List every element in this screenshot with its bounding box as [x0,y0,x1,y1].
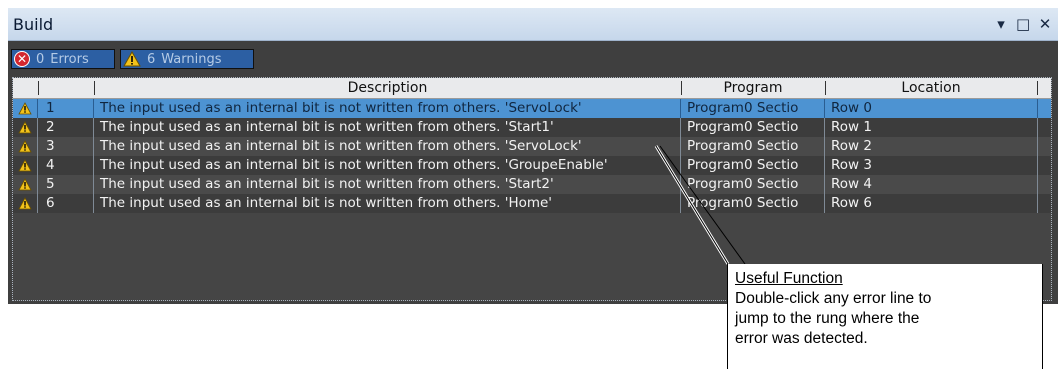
maximize-icon[interactable]: □ [1016,15,1030,33]
header-program[interactable]: Program [681,78,825,98]
table-row[interactable]: 5 The input used as an internal bit is n… [13,175,1051,194]
row-program: Program0 Sectio [687,100,799,116]
useful-function-callout: Useful Function Double-click any error l… [727,264,1043,369]
table-row[interactable]: 4 The input used as an internal bit is n… [13,156,1051,175]
build-panel: Build ▾ □ ✕ ✕ 0 Errors 6 Warnings Descri… [8,8,1058,304]
warning-icon [123,51,141,67]
callout-text-line: jump to the rung where the [735,310,920,327]
warning-icon [13,137,37,156]
row-number: 1 [46,100,55,116]
row-program: Program0 Sectio [687,195,799,211]
warning-icon [13,99,37,118]
row-description: The input used as an internal bit is not… [100,176,554,192]
row-description: The input used as an internal bit is not… [100,195,553,211]
grid-header: Description Program Location [13,78,1051,99]
row-description: The input used as an internal bit is not… [100,138,582,154]
column-divider[interactable] [38,81,39,95]
row-description: The input used as an internal bit is not… [100,157,608,173]
error-icon: ✕ [14,51,30,67]
table-row[interactable]: 3 The input used as an internal bit is n… [13,137,1051,156]
row-description: The input used as an internal bit is not… [100,119,554,135]
close-icon[interactable]: ✕ [1038,15,1052,33]
warnings-label: Warnings [161,51,222,67]
warnings-filter-button[interactable]: 6 Warnings [120,49,254,69]
row-number: 6 [46,195,55,211]
warning-icon [13,194,37,213]
row-program: Program0 Sectio [687,138,799,154]
row-program: Program0 Sectio [687,157,799,173]
errors-filter-button[interactable]: ✕ 0 Errors [11,49,115,69]
row-program: Program0 Sectio [687,119,799,135]
callout-title: Useful Function [735,270,843,287]
table-row[interactable]: 1 The input used as an internal bit is n… [13,99,1051,118]
row-description: The input used as an internal bit is not… [100,100,582,116]
table-row[interactable]: 2 The input used as an internal bit is n… [13,118,1051,137]
row-program: Program0 Sectio [687,176,799,192]
callout-text-line: error was detected. [735,330,868,347]
row-number: 3 [46,138,55,154]
row-location: Row 6 [831,195,872,211]
row-number: 5 [46,176,55,192]
dropdown-icon[interactable]: ▾ [994,15,1008,33]
warnings-count: 6 [147,51,156,67]
callout-text-line: Double-click any error line to [735,290,932,307]
row-location: Row 2 [831,138,872,154]
row-location: Row 3 [831,157,872,173]
column-divider[interactable] [1037,81,1038,95]
row-location: Row 1 [831,119,872,135]
window-controls: ▾ □ ✕ [994,15,1052,33]
filter-toolbar: ✕ 0 Errors 6 Warnings [8,42,1058,75]
warning-icon [13,156,37,175]
header-location[interactable]: Location [825,78,1037,98]
errors-label: Errors [50,51,89,67]
table-row[interactable]: 6 The input used as an internal bit is n… [13,194,1051,213]
warning-icon [13,175,37,194]
header-description[interactable]: Description [94,78,681,98]
panel-titlebar: Build ▾ □ ✕ [8,8,1058,41]
row-number: 4 [46,157,55,173]
row-location: Row 4 [831,176,872,192]
panel-title: Build [13,15,54,34]
errors-count: 0 [36,51,45,67]
row-location: Row 0 [831,100,872,116]
warning-icon [13,118,37,137]
row-number: 2 [46,119,55,135]
